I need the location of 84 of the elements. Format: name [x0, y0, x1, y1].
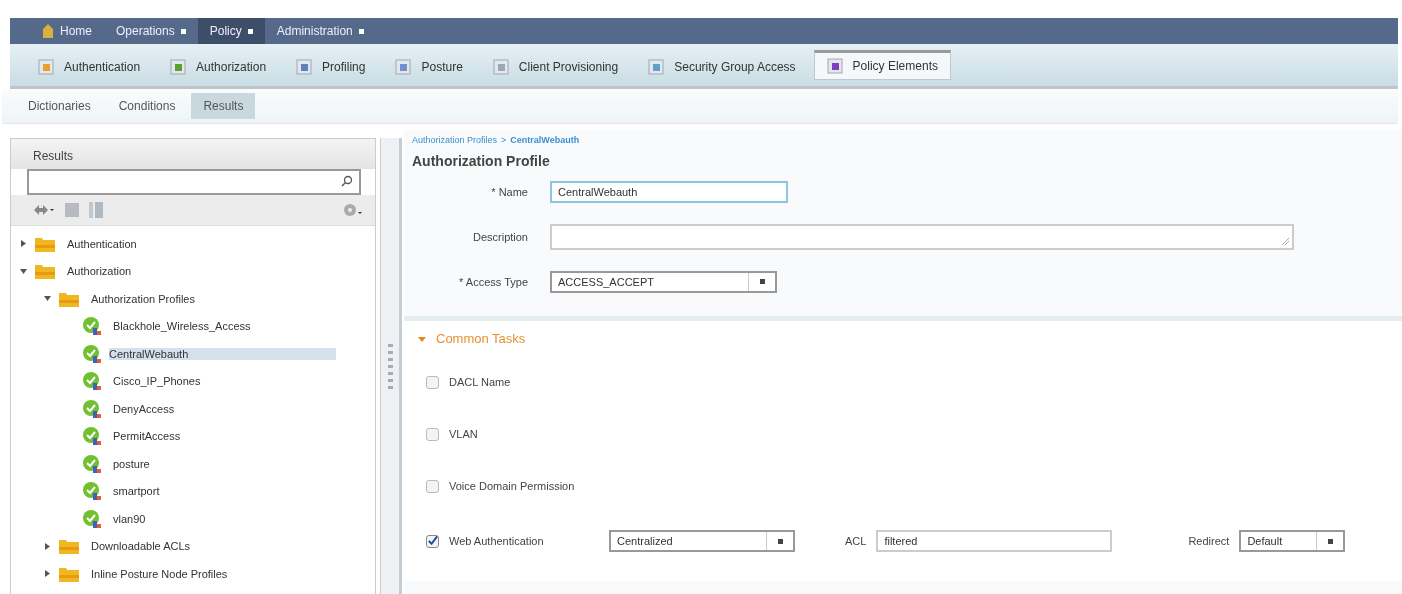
tree-item[interactable]: Authentication	[63, 234, 141, 253]
field-label: * Access Type	[458, 275, 529, 288]
subtab[interactable]: Results	[191, 93, 256, 119]
resize-handle-icon[interactable]	[1282, 237, 1289, 245]
tree-item[interactable]: Authorization	[63, 262, 136, 281]
menu-item[interactable]: Home	[30, 18, 104, 44]
menu-item[interactable]: Administration	[264, 18, 376, 44]
tree-item[interactable]: posture	[109, 454, 154, 473]
expander-icon[interactable]	[19, 267, 27, 275]
tree-item[interactable]: Cisco_IP_Phones	[109, 372, 205, 391]
checkbox[interactable]	[426, 479, 439, 493]
acl-field[interactable]: filtered	[876, 530, 1113, 552]
checkbox-label: Voice Domain Permission	[449, 480, 575, 492]
redirect-dropdown[interactable]: Default	[1239, 530, 1346, 552]
acl-label: ACL	[845, 535, 867, 547]
columns-icon[interactable]	[89, 202, 103, 218]
profile-icon	[83, 427, 101, 446]
profile-icon	[83, 509, 101, 528]
tab[interactable]: Posture	[383, 50, 475, 80]
breadcrumb-separator: >	[501, 135, 507, 145]
profile-icon	[83, 454, 101, 473]
tree-item[interactable]: CentralWebauth	[109, 347, 336, 360]
home-icon	[42, 24, 54, 38]
tab[interactable]: Authorization	[158, 50, 279, 80]
tab-icon	[648, 58, 665, 75]
folder-icon	[35, 263, 55, 280]
access-type-dropdown[interactable]: ACCESS_ACCEPT	[550, 270, 777, 293]
checkbox[interactable]	[426, 534, 439, 548]
checkbox-label: VLAN	[449, 428, 478, 440]
name-field[interactable]: CentralWebauth	[550, 180, 788, 203]
tab-icon	[170, 58, 187, 75]
tab-icon	[296, 58, 313, 75]
profile-icon	[83, 372, 101, 391]
checkbox[interactable]	[426, 427, 439, 441]
caret-icon	[418, 334, 426, 343]
type-dropdown[interactable]: Centralized	[609, 530, 795, 552]
tree-item[interactable]: Authorization Profiles	[87, 289, 199, 308]
menu-item[interactable]: Operations	[104, 18, 198, 44]
tab-icon	[38, 58, 54, 75]
menu-item[interactable]: Policy	[197, 18, 265, 44]
checkbox-label: Web Authentication	[449, 535, 545, 547]
profile-icon	[83, 317, 101, 336]
tab[interactable]: Client Provisioning	[480, 50, 631, 80]
field-label: * Name	[490, 185, 529, 198]
tree-item[interactable]: Downloadable ACLs	[87, 537, 195, 556]
checkbox[interactable]	[426, 375, 439, 389]
tab-icon	[826, 58, 843, 74]
navigate-icon[interactable]	[33, 203, 55, 217]
tab[interactable]: Profiling	[284, 50, 378, 80]
tree-item[interactable]: Inline Posture Node Profiles	[87, 564, 232, 583]
tree-item[interactable]: DenyAccess	[109, 399, 179, 418]
tab[interactable]: Policy Elements	[813, 50, 951, 80]
folder-icon	[59, 538, 79, 555]
gear-icon[interactable]	[343, 202, 363, 218]
panel-title: Results	[11, 139, 375, 169]
subtab[interactable]: Conditions	[106, 93, 188, 119]
expander-icon[interactable]	[43, 542, 51, 550]
folder-icon	[35, 235, 55, 252]
checkbox-label: DACL Name	[449, 376, 511, 388]
expander-icon[interactable]	[19, 240, 27, 248]
page-heading: Authorization Profile	[411, 152, 551, 169]
expander-icon[interactable]	[43, 570, 51, 578]
description-field[interactable]	[550, 223, 1294, 250]
tree-item[interactable]: PermitAccess	[109, 427, 185, 446]
tab-icon	[395, 58, 412, 75]
redirect-label: Redirect	[1188, 535, 1230, 547]
tab[interactable]: Security Group Access	[636, 50, 808, 80]
tab-icon	[492, 58, 509, 75]
search-icon	[341, 175, 353, 187]
tree-item[interactable]: vlan90	[109, 509, 150, 528]
tab[interactable]: Authentication	[26, 50, 153, 80]
splitter-handle[interactable]	[380, 138, 402, 594]
folder-icon	[59, 565, 79, 582]
profile-icon	[83, 482, 101, 501]
search-field[interactable]	[27, 169, 361, 195]
expander-icon[interactable]	[43, 295, 51, 303]
tree-item[interactable]: Blackhole_Wireless_Access	[109, 317, 255, 336]
profile-icon	[83, 399, 101, 418]
tree-item[interactable]: smartport	[109, 482, 164, 501]
field-label: Description	[471, 230, 529, 243]
folder-icon	[59, 290, 79, 307]
subtab[interactable]: Dictionaries	[16, 93, 103, 119]
profile-icon	[83, 344, 101, 363]
breadcrumb-link[interactable]: Authorization Profiles	[412, 135, 498, 145]
